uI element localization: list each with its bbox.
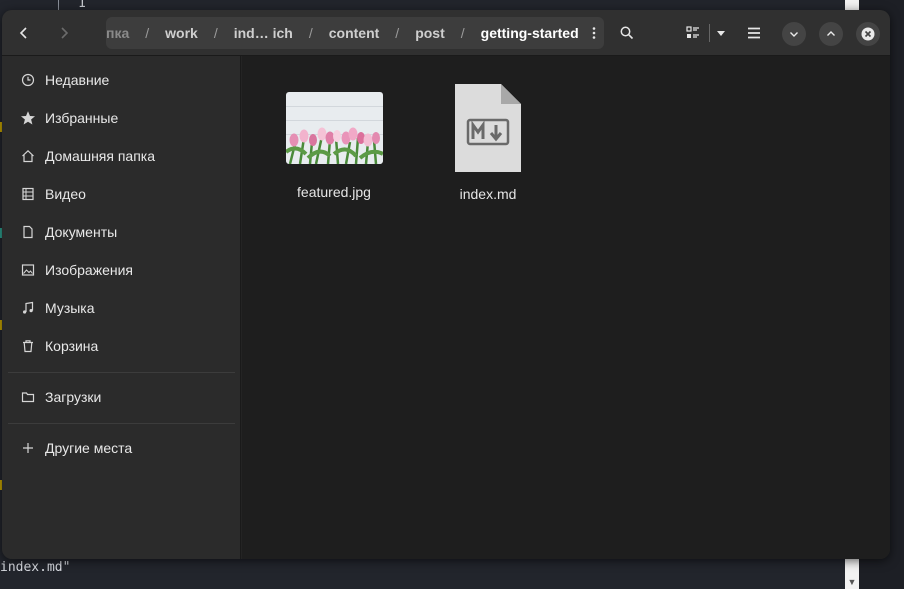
view-switcher bbox=[676, 17, 732, 49]
scroll-down-arrow-icon[interactable]: ▼ bbox=[845, 576, 859, 589]
sidebar-item-label: Музыка bbox=[45, 300, 95, 316]
tulips-illustration bbox=[285, 127, 383, 164]
close-button[interactable] bbox=[856, 22, 880, 46]
path-crumb[interactable]: post bbox=[409, 25, 451, 41]
search-icon bbox=[620, 26, 634, 40]
sidebar-item-label: Домашняя папка bbox=[45, 148, 156, 164]
clock-icon bbox=[20, 72, 36, 88]
sidebar: Недавние Избранные Домашняя папка Видео … bbox=[2, 56, 241, 559]
back-button[interactable] bbox=[8, 17, 40, 49]
sidebar-item-label: Видео bbox=[45, 186, 86, 202]
path-separator: / bbox=[145, 25, 150, 41]
sidebar-divider bbox=[8, 372, 235, 373]
sidebar-item-label: Изображения bbox=[45, 262, 133, 278]
sidebar-item-starred[interactable]: Избранные bbox=[2, 100, 241, 136]
sidebar-item-label: Избранные bbox=[45, 110, 119, 126]
sidebar-divider bbox=[8, 423, 235, 424]
caret-down-icon bbox=[717, 31, 726, 36]
chevron-up-icon bbox=[827, 31, 835, 36]
trash-icon bbox=[20, 338, 36, 354]
document-icon bbox=[20, 224, 36, 240]
editor-text: index.md" bbox=[0, 560, 71, 575]
path-bar: пка / work / ind… ich / content / post /… bbox=[106, 17, 604, 49]
sidebar-item-music[interactable]: Музыка bbox=[2, 290, 241, 326]
path-crumb[interactable]: work bbox=[159, 25, 204, 41]
search-button[interactable] bbox=[611, 17, 643, 49]
path-separator: / bbox=[308, 25, 313, 41]
sidebar-item-home[interactable]: Домашняя папка bbox=[2, 138, 241, 174]
gutter-line bbox=[58, 0, 59, 10]
chevron-left-icon bbox=[19, 27, 27, 39]
vertical-dots-icon bbox=[593, 27, 596, 39]
file-item-index-md[interactable]: index.md bbox=[428, 84, 548, 202]
sidebar-item-label: Документы bbox=[45, 224, 118, 240]
file-view: featured.jpg index.md bbox=[242, 56, 890, 559]
headerbar: пка / work / ind… ich / content / post /… bbox=[2, 10, 890, 56]
close-icon bbox=[861, 27, 875, 41]
forward-button[interactable] bbox=[48, 17, 80, 49]
markdown-file-icon bbox=[455, 84, 521, 172]
chevron-down-icon bbox=[790, 32, 798, 37]
list-view-icon bbox=[686, 26, 699, 38]
image-thumbnail bbox=[285, 92, 383, 164]
view-options-dropdown[interactable] bbox=[710, 17, 732, 49]
path-crumb[interactable]: content bbox=[323, 25, 386, 41]
sidebar-item-trash[interactable]: Корзина bbox=[2, 328, 241, 364]
sidebar-item-documents[interactable]: Документы bbox=[2, 214, 241, 250]
path-crumb[interactable]: ind… ich bbox=[228, 25, 299, 41]
maximize-button[interactable] bbox=[819, 22, 843, 46]
file-name: featured.jpg bbox=[297, 184, 371, 200]
minimize-button[interactable] bbox=[782, 22, 806, 46]
film-icon bbox=[20, 186, 36, 202]
star-icon bbox=[20, 110, 36, 126]
file-item-featured-jpg[interactable]: featured.jpg bbox=[274, 92, 394, 200]
sidebar-item-pictures[interactable]: Изображения bbox=[2, 252, 241, 288]
music-icon bbox=[20, 300, 36, 316]
folder-icon bbox=[20, 389, 36, 405]
path-separator: / bbox=[213, 25, 218, 41]
home-icon bbox=[20, 148, 36, 164]
image-icon bbox=[20, 262, 36, 278]
sidebar-item-videos[interactable]: Видео bbox=[2, 176, 241, 212]
sidebar-item-downloads[interactable]: Загрузки bbox=[2, 379, 241, 415]
path-menu-button[interactable] bbox=[585, 17, 604, 49]
plus-icon bbox=[20, 440, 36, 456]
sidebar-item-label: Недавние bbox=[45, 72, 110, 88]
sidebar-item-recent[interactable]: Недавние bbox=[2, 62, 241, 98]
path-crumb[interactable]: пка bbox=[106, 25, 135, 41]
path-crumb-current[interactable]: getting-started bbox=[475, 25, 585, 41]
file-name: index.md bbox=[459, 186, 517, 202]
sidebar-item-label: Другие места bbox=[45, 440, 133, 456]
hamburger-menu-icon bbox=[748, 27, 760, 39]
main-menu-button[interactable] bbox=[738, 17, 770, 49]
sidebar-item-other-locations[interactable]: Другие места bbox=[2, 430, 241, 466]
path-separator: / bbox=[460, 25, 465, 41]
path-separator: / bbox=[395, 25, 400, 41]
sidebar-item-label: Корзина bbox=[45, 338, 99, 354]
view-mode-button[interactable] bbox=[676, 17, 709, 49]
file-chooser-window: пка / work / ind… ich / content / post /… bbox=[2, 10, 890, 559]
chevron-right-icon bbox=[61, 27, 69, 39]
sidebar-item-label: Загрузки bbox=[45, 389, 102, 405]
